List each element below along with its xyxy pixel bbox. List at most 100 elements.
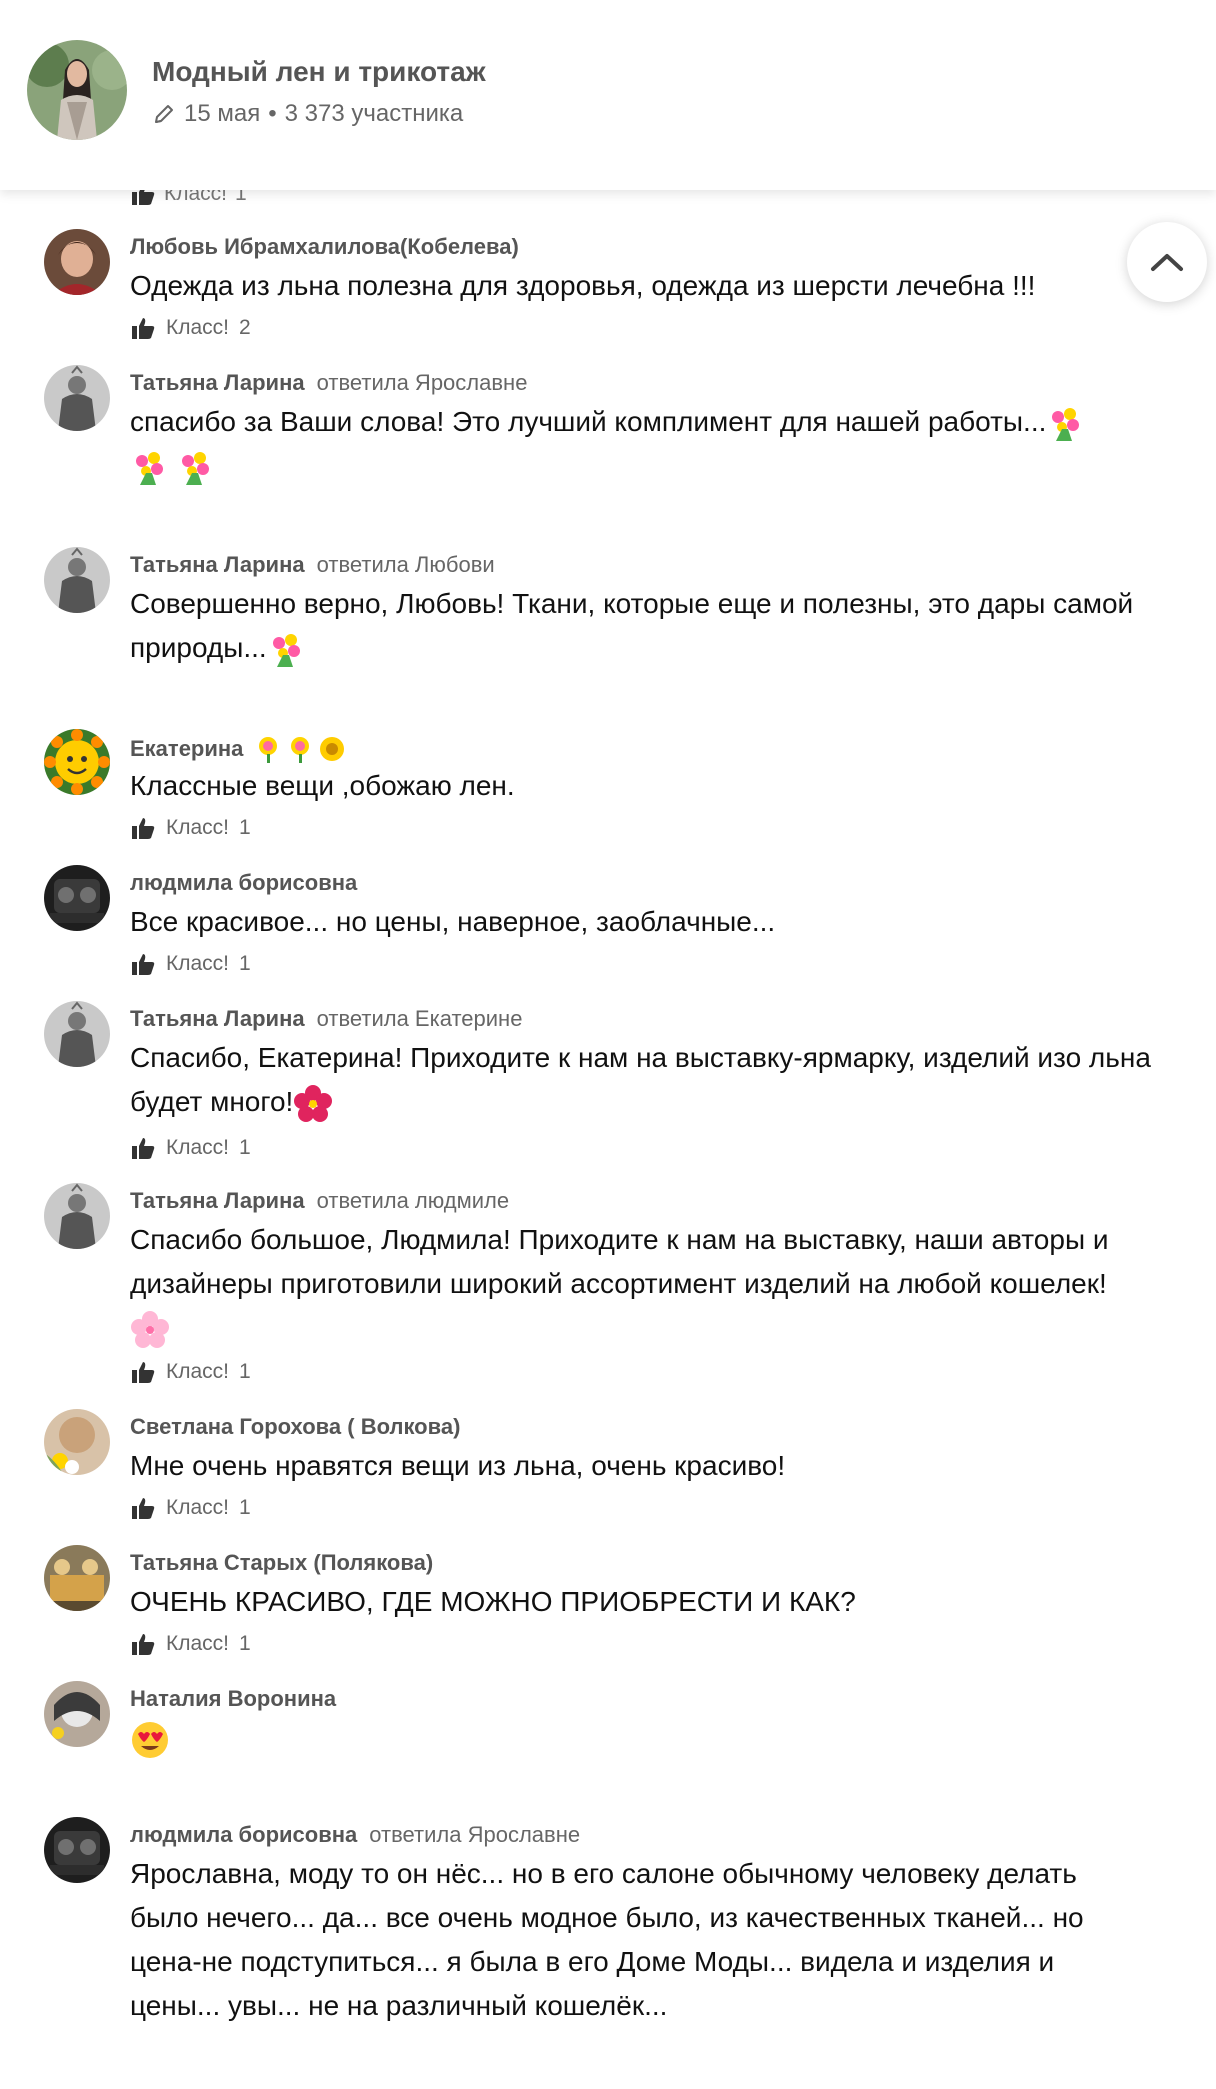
comment-text: Все красивое... но цены, наверное, заобл… xyxy=(130,906,776,937)
avatar[interactable] xyxy=(44,1409,110,1475)
cherry-blossom-icon xyxy=(131,1310,169,1348)
reply-target[interactable]: ответила Любови xyxy=(317,552,495,578)
comment-text: Спасибо, Екатерина! Приходите к нам на в… xyxy=(130,1036,1160,1124)
author-name[interactable]: Любовь Ибрамхалилова(Кобелева) xyxy=(130,234,519,260)
bouquet-icon xyxy=(272,633,300,667)
like-label: Класс! xyxy=(166,316,229,339)
meta-separator: • xyxy=(268,100,277,127)
comment-text: Одежда из льна полезна для здоровья, оде… xyxy=(130,270,1036,301)
thumbs-up-icon xyxy=(132,1138,155,1159)
avatar[interactable] xyxy=(44,229,110,295)
thumbs-up-icon xyxy=(132,818,155,839)
avatar[interactable] xyxy=(44,865,110,931)
comment-text-body: спасибо за Ваши слова! Это лучший компли… xyxy=(130,406,1047,437)
reply-target[interactable]: ответила Ярославне xyxy=(317,370,528,396)
bouquet-icon xyxy=(1052,407,1080,441)
group-date: 15 мая xyxy=(184,100,261,127)
author-name[interactable]: Татьяна Старых (Полякова) xyxy=(130,1550,433,1576)
chevron-up-icon xyxy=(1151,254,1183,271)
group-avatar[interactable] xyxy=(27,40,127,140)
like-button[interactable]: Класс! 1 xyxy=(130,1136,251,1160)
like-count: 1 xyxy=(239,952,251,975)
like-button[interactable]: Класс! 2 xyxy=(130,316,251,340)
author-emoji xyxy=(253,734,347,764)
hibiscus-icon xyxy=(294,1084,333,1122)
comment-author[interactable]: Татьяна Ларина ответила Ярославне xyxy=(130,370,527,396)
group-header: Модный лен и трикотаж 15 мая • 3 373 уча… xyxy=(0,0,1216,190)
comment-text: Классные вещи ,обожаю лен. xyxy=(130,770,515,801)
like-label: Класс! xyxy=(166,952,229,975)
comment-author[interactable]: Светлана Горохова ( Волкова) xyxy=(130,1414,460,1440)
like-count: 1 xyxy=(239,1136,251,1159)
comment-author[interactable]: Татьяна Ларина ответила Екатерине xyxy=(130,1006,522,1032)
comment-author[interactable]: людмила борисовна ответила Ярославне xyxy=(130,1822,580,1848)
like-count: 1 xyxy=(239,816,251,839)
thumbs-up-icon xyxy=(132,954,155,975)
like-count: 1 xyxy=(239,1496,251,1519)
group-title[interactable]: Модный лен и трикотаж xyxy=(152,56,486,88)
avatar[interactable] xyxy=(44,1817,110,1883)
comment-text: Спасибо большое, Людмила! Приходите к на… xyxy=(130,1218,1170,1350)
tulip-flower-icon xyxy=(291,737,310,763)
like-count: 1 xyxy=(239,1360,251,1383)
reply-target[interactable]: ответила Ярославне xyxy=(369,1822,580,1848)
bouquet-icon xyxy=(181,451,209,485)
author-name[interactable]: Екатерина xyxy=(130,736,243,762)
tulip-flower-icon xyxy=(259,737,278,763)
like-count: 2 xyxy=(239,316,251,339)
avatar[interactable] xyxy=(44,547,110,613)
author-name[interactable]: Татьяна Ларина xyxy=(130,552,305,578)
comment-author[interactable]: Наталия Воронина xyxy=(130,1686,336,1712)
comment-text: Совершенно верно, Любовь! Ткани, которые… xyxy=(130,582,1170,670)
like-label: Класс! xyxy=(166,1632,229,1655)
comment-text xyxy=(130,1716,1170,1760)
group-meta: 15 мая • 3 373 участника xyxy=(152,100,463,128)
comment-text: Мне очень нравятся вещи из льна, очень к… xyxy=(130,1450,786,1481)
comment-text: ОЧЕНЬ КРАСИВО, ГДЕ МОЖНО ПРИОБРЕСТИ И КА… xyxy=(130,1586,856,1617)
thumbs-up-icon xyxy=(132,318,155,339)
like-label: Класс! xyxy=(166,816,229,839)
group-members: 3 373 участника xyxy=(284,100,464,127)
comment-text: Ярославна, моду то он нёс... но в его са… xyxy=(130,1858,1084,2021)
reply-target[interactable]: ответила Екатерине xyxy=(317,1006,523,1032)
avatar[interactable] xyxy=(44,1001,110,1067)
author-name[interactable]: Наталия Воронина xyxy=(130,1686,336,1712)
author-name[interactable]: Татьяна Ларина xyxy=(130,370,305,396)
thumbs-up-icon xyxy=(132,1498,155,1519)
like-button[interactable]: Класс! 1 xyxy=(130,1360,251,1384)
like-count: 1 xyxy=(239,1632,251,1655)
heart-eyes-icon xyxy=(132,1721,168,1758)
bouquet-icon xyxy=(136,451,163,485)
comment-author[interactable]: Татьяна Ларина ответила людмиле xyxy=(130,1188,509,1214)
avatar[interactable] xyxy=(44,1681,110,1747)
like-label: Класс! xyxy=(166,1360,229,1383)
comment-author[interactable]: Татьяна Ларина ответила Любови xyxy=(130,552,495,578)
author-name[interactable]: Татьяна Ларина xyxy=(130,1188,305,1214)
comment-text-body: Спасибо, Екатерина! Приходите к нам на в… xyxy=(130,1042,1151,1117)
reply-target[interactable]: ответила людмиле xyxy=(317,1188,510,1214)
comment-text: спасибо за Ваши слова! Это лучший компли… xyxy=(130,400,1170,488)
comment-text-body: Спасибо большое, Людмила! Приходите к на… xyxy=(130,1224,1109,1299)
scroll-top-button[interactable] xyxy=(1127,222,1207,302)
author-name[interactable]: людмила борисовна xyxy=(130,1822,357,1848)
comment-author[interactable]: Екатерина xyxy=(130,734,347,764)
like-label: Класс! xyxy=(166,1496,229,1519)
thumbs-up-icon xyxy=(132,1634,155,1655)
author-name[interactable]: людмила борисовна xyxy=(130,870,357,896)
author-name[interactable]: Светлана Горохова ( Волкова) xyxy=(130,1414,460,1440)
comment-author[interactable]: Татьяна Старых (Полякова) xyxy=(130,1550,433,1576)
comment-author[interactable]: Любовь Ибрамхалилова(Кобелева) xyxy=(130,234,519,260)
pencil-icon xyxy=(155,105,173,123)
avatar[interactable] xyxy=(44,729,110,795)
author-name[interactable]: Татьяна Ларина xyxy=(130,1006,305,1032)
like-button[interactable]: Класс! 1 xyxy=(130,952,251,976)
sunflower-icon xyxy=(320,737,345,761)
like-button[interactable]: Класс! 1 xyxy=(130,816,251,840)
like-button[interactable]: Класс! 1 xyxy=(130,1632,251,1656)
avatar[interactable] xyxy=(44,365,110,431)
comment-author[interactable]: людмила борисовна xyxy=(130,870,357,896)
avatar[interactable] xyxy=(44,1545,110,1611)
like-button[interactable]: Класс! 1 xyxy=(130,1496,251,1520)
like-label: Класс! xyxy=(166,1136,229,1159)
avatar[interactable] xyxy=(44,1183,110,1249)
